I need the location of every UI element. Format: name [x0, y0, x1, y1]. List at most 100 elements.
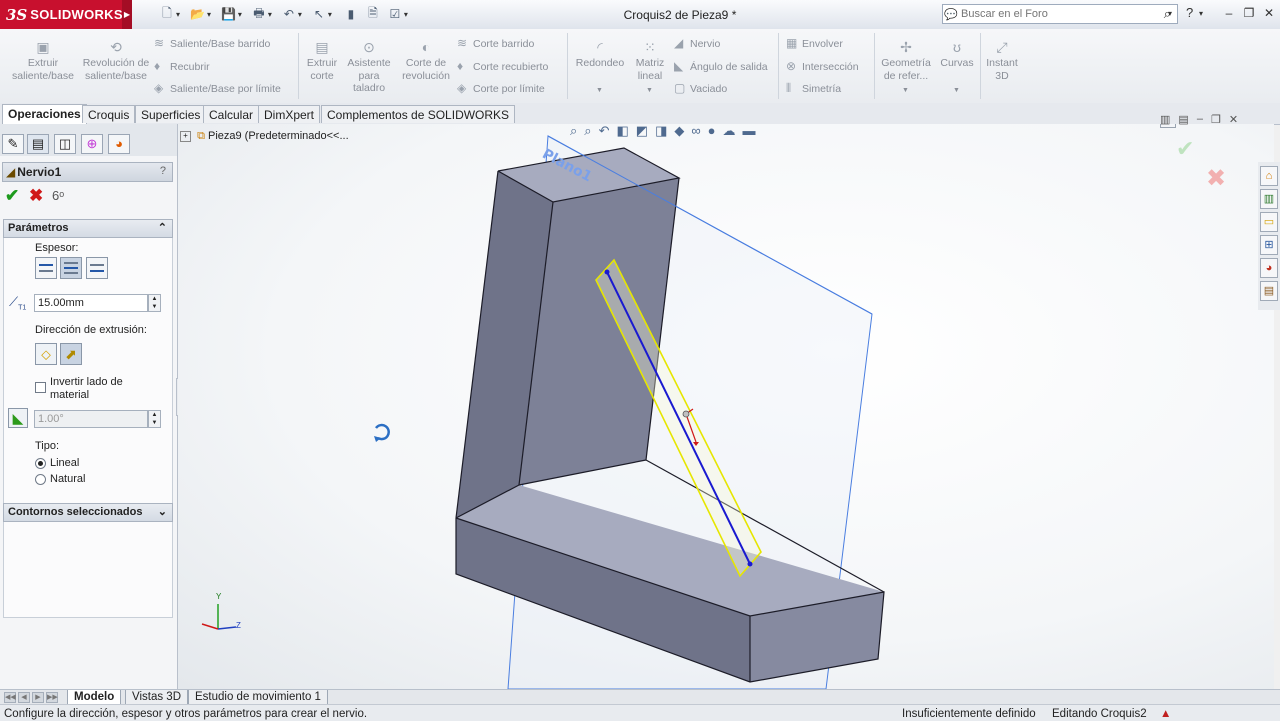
- tab-operaciones[interactable]: Operaciones: [2, 104, 87, 125]
- print-dropdown-icon[interactable]: ▾: [266, 10, 274, 19]
- thickness-input[interactable]: 15.00mm: [34, 294, 148, 312]
- draft-angle-spinner[interactable]: ▲ ▼: [148, 410, 161, 428]
- configuration-manager-icon[interactable]: ◫: [54, 134, 76, 154]
- tab-calcular[interactable]: Calcular: [203, 105, 260, 123]
- view-settings-icon[interactable]: ▬: [743, 124, 756, 146]
- file-properties-icon[interactable]: 🗎: [366, 4, 380, 25]
- open-folder-icon[interactable]: 📂: [190, 7, 205, 21]
- menu-expand-arrow-icon[interactable]: ▶: [122, 0, 132, 29]
- parallel-to-sketch-button[interactable]: ⬦: [35, 343, 57, 365]
- help-dropdown-icon[interactable]: ▾: [1199, 9, 1203, 18]
- options-dropdown-icon[interactable]: ▾: [402, 10, 410, 19]
- display-manager-icon[interactable]: ◕: [108, 134, 130, 154]
- tab-motion-study[interactable]: Estudio de movimiento 1: [188, 690, 328, 705]
- viewport-tile-icon[interactable]: ▥: [1160, 113, 1170, 126]
- thickness-first-side-button[interactable]: [35, 257, 57, 279]
- view-palette-icon[interactable]: ⊞: [1260, 235, 1278, 255]
- rotate-view-icon[interactable]: [374, 423, 390, 442]
- fillet-button[interactable]: ◜ Redondeo: [572, 33, 628, 70]
- extrude-boss-button[interactable]: ▣ Extruir saliente/base: [6, 33, 80, 82]
- wrap-button[interactable]: ▦ Envolver: [786, 36, 843, 50]
- save-dropdown-icon[interactable]: ▾: [236, 10, 244, 19]
- select-arrow-icon[interactable]: ↖: [312, 7, 326, 21]
- last-tab-arrow-icon[interactable]: ▶▶: [46, 692, 58, 703]
- expand-chevron-down-icon[interactable]: ⌄: [158, 504, 167, 521]
- help-icon[interactable]: ?: [1186, 5, 1193, 20]
- fillet-dropdown-icon[interactable]: ▼: [596, 87, 603, 94]
- cancel-x-icon[interactable]: ✖: [29, 186, 43, 206]
- zoom-to-fit-icon[interactable]: ⌕: [570, 124, 577, 146]
- reference-geometry-button[interactable]: ✢ Geometría de refer...: [878, 33, 934, 82]
- collapse-chevron-up-icon[interactable]: ⌃: [158, 220, 167, 237]
- lofted-boss-button[interactable]: ♦ Recubrir: [154, 59, 210, 73]
- thickness-both-sides-button[interactable]: [60, 257, 82, 279]
- new-dropdown-icon[interactable]: ▾: [174, 10, 182, 19]
- confirm-cancel-icon[interactable]: ✖: [1206, 164, 1226, 193]
- type-linear-radio[interactable]: [35, 458, 46, 469]
- tab-croquis[interactable]: Croquis: [82, 105, 136, 123]
- new-document-icon[interactable]: 🗋: [160, 4, 174, 25]
- mirror-button[interactable]: ⫴ Simetría: [786, 81, 841, 95]
- linear-pattern-button[interactable]: ⁙ Matriz lineal: [630, 33, 670, 82]
- viewport-minimize-icon[interactable]: –: [1197, 113, 1203, 126]
- curves-dropdown-icon[interactable]: ▼: [953, 87, 960, 94]
- design-library-icon[interactable]: ▥: [1260, 189, 1278, 209]
- first-tab-arrow-icon[interactable]: ◀◀: [4, 692, 16, 703]
- solidworks-logo[interactable]: 3S SOLIDWORKS: [0, 0, 132, 29]
- tree-expand-icon[interactable]: +: [180, 130, 191, 142]
- extrude-cut-button[interactable]: ▤ Extruir corte: [302, 33, 342, 82]
- search-box[interactable]: 💬 ⌕: [942, 4, 1178, 24]
- sketch-endpoint-start[interactable]: [604, 269, 610, 275]
- hide-show-items-icon[interactable]: ∞: [691, 124, 700, 146]
- dimxpert-manager-icon[interactable]: ⊕: [81, 134, 103, 154]
- graphics-area[interactable]: Plano1 Y Z + ⧉ Pieza9 (Predeterminado<<.…: [178, 124, 1274, 689]
- sketch-endpoint-end[interactable]: [747, 561, 753, 567]
- propertymanager-tab-icon[interactable]: ▤: [27, 134, 49, 154]
- tab-modelo[interactable]: Modelo: [67, 690, 122, 705]
- revolve-boss-button[interactable]: ⟲ Revolución de saliente/base: [82, 33, 150, 82]
- boundary-boss-button[interactable]: ◈ Saliente/Base por límite: [154, 81, 281, 95]
- thickness-second-side-button[interactable]: [86, 257, 108, 279]
- search-dropdown-icon[interactable]: ▾: [1168, 9, 1172, 18]
- rib-button[interactable]: ◢ Nervio: [674, 36, 720, 50]
- detailed-preview-glasses-icon[interactable]: 6ᵒ: [52, 186, 64, 206]
- restore-window-icon[interactable]: ❐: [1242, 7, 1256, 19]
- lofted-cut-button[interactable]: ♦ Corte recubierto: [457, 59, 548, 73]
- boundary-cut-button[interactable]: ◈ Corte por límite: [457, 81, 545, 95]
- undo-dropdown-icon[interactable]: ▾: [296, 10, 304, 19]
- hole-wizard-button[interactable]: ⊙ Asistente para taladro: [343, 33, 395, 95]
- shell-button[interactable]: ▢ Vaciado: [674, 81, 727, 95]
- select-dropdown-icon[interactable]: ▾: [326, 10, 334, 19]
- undo-icon[interactable]: ↶: [282, 7, 296, 21]
- previous-view-icon[interactable]: ↶: [599, 124, 610, 146]
- intersect-button[interactable]: ⊗ Intersección: [786, 59, 859, 73]
- swept-boss-button[interactable]: ≋ Saliente/Base barrido: [154, 36, 270, 50]
- pattern-dropdown-icon[interactable]: ▼: [646, 87, 653, 94]
- revolve-cut-button[interactable]: ◐ Corte de revolución: [397, 33, 455, 82]
- prev-tab-arrow-icon[interactable]: ◀: [18, 692, 30, 703]
- tab-superficies[interactable]: Superficies: [135, 105, 207, 123]
- file-explorer-icon[interactable]: ▭: [1260, 212, 1278, 232]
- apply-scene-icon[interactable]: ☁: [723, 124, 736, 146]
- search-input[interactable]: [959, 8, 1143, 20]
- thickness-spinner[interactable]: ▲ ▼: [148, 294, 161, 312]
- ref-geometry-dropdown-icon[interactable]: ▼: [902, 87, 909, 94]
- open-dropdown-icon[interactable]: ▾: [205, 10, 213, 19]
- type-natural-radio[interactable]: [35, 474, 46, 485]
- solidworks-resources-icon[interactable]: ⌂: [1260, 166, 1278, 186]
- tab-complementos[interactable]: Complementos de SOLIDWORKS: [321, 105, 516, 123]
- next-tab-arrow-icon[interactable]: ▶: [32, 692, 44, 703]
- edit-appearance-icon[interactable]: ●: [708, 124, 716, 146]
- featuremanager-tab-icon[interactable]: ✎: [2, 134, 24, 154]
- draft-button[interactable]: ◣ Ángulo de salida: [674, 59, 768, 73]
- ok-check-icon[interactable]: ✔: [5, 186, 19, 206]
- display-style-icon[interactable]: ◆: [674, 124, 684, 146]
- zoom-to-area-icon[interactable]: ⌕: [584, 124, 591, 146]
- help-button[interactable]: ?: [160, 165, 166, 177]
- rebuild-icon[interactable]: ▮: [344, 7, 358, 21]
- flip-material-checkbox[interactable]: [35, 382, 46, 393]
- draft-toggle-icon[interactable]: ◣: [8, 408, 28, 428]
- swept-cut-button[interactable]: ≋ Corte barrido: [457, 36, 534, 50]
- print-icon[interactable]: 🖶: [252, 4, 266, 25]
- viewport-close-icon[interactable]: ✕: [1229, 113, 1238, 126]
